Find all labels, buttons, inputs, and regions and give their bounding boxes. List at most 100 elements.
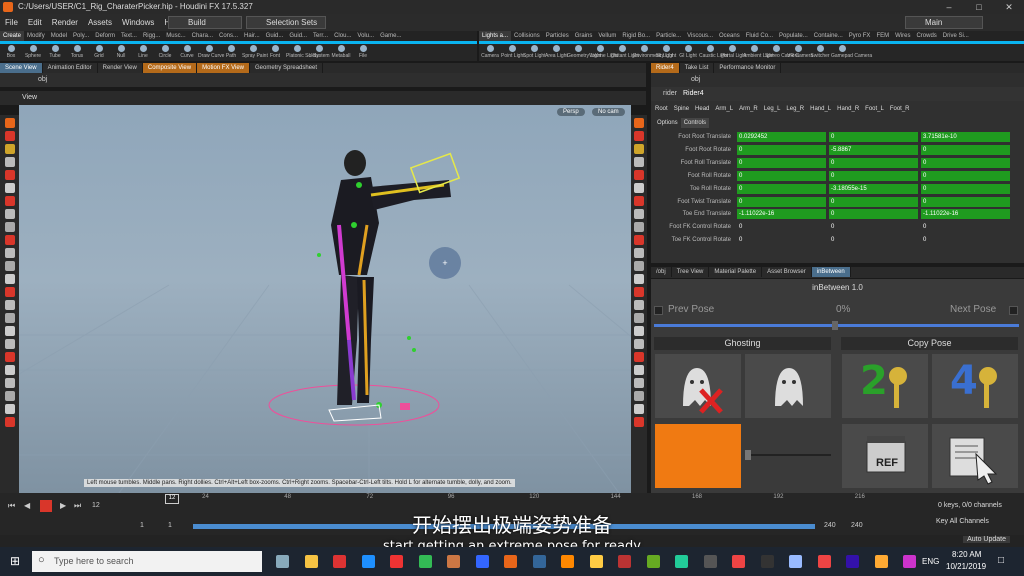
param-field[interactable]: -3.18055e-15 [829, 183, 918, 194]
shelf-tool[interactable]: Curve [176, 44, 198, 61]
tool-icon[interactable] [634, 339, 644, 349]
shelf-tab[interactable]: Cons... [216, 31, 241, 41]
rig-tab[interactable]: Leg_R [783, 104, 807, 114]
shelf-tab[interactable]: Volu... [354, 31, 377, 41]
clock-date[interactable]: 10/21/2019 [946, 562, 986, 571]
tab-controls[interactable]: Controls [680, 118, 710, 128]
ghost-on-button[interactable] [745, 354, 831, 418]
shelf-tool[interactable]: Line [132, 44, 154, 61]
param-field[interactable]: 0.0292452 [737, 132, 826, 142]
tab-animation-editor[interactable]: Animation Editor [43, 63, 98, 73]
shelf-tab[interactable]: Vellum [595, 31, 619, 41]
tool-icon[interactable] [4, 144, 15, 154]
shelf-tool[interactable]: VR Camera [787, 44, 813, 61]
taskbar-app-icon[interactable] [703, 555, 717, 568]
shelf-tool[interactable]: Ambient Light [743, 44, 774, 61]
prev-pose-checkbox[interactable] [654, 306, 663, 315]
tool-icon[interactable] [634, 118, 644, 128]
shelf-tab[interactable]: Lights a... [479, 31, 512, 41]
shelf-tool[interactable]: GI Light [677, 44, 699, 61]
shelf-tool[interactable]: Spot Light [523, 44, 546, 61]
shelf-tab[interactable]: Particle... [653, 31, 684, 41]
param-field[interactable]: -1.11022e-16 [921, 209, 1010, 220]
menu-file[interactable]: File [0, 14, 23, 31]
tool-icon[interactable] [4, 157, 15, 167]
search-box[interactable]: ○ Type here to search [32, 551, 262, 572]
shelf-tab[interactable]: Deform [92, 31, 118, 41]
ghost-off-button[interactable] [655, 354, 741, 418]
shelf-tool[interactable]: Torus [66, 44, 88, 61]
param-field[interactable]: 0 [829, 222, 918, 232]
param-field[interactable]: 0 [921, 222, 1010, 232]
tool-icon[interactable] [4, 170, 15, 180]
shelf-tool[interactable]: Draw Curve [198, 44, 224, 61]
shelf-tab[interactable]: Drive Si... [940, 31, 972, 41]
path-label[interactable]: obj [38, 76, 47, 83]
shelf-tab[interactable]: Populate... [776, 31, 811, 41]
tool-icon[interactable] [634, 209, 644, 219]
menu-assets[interactable]: Assets [83, 14, 117, 31]
taskbar-app-icon[interactable] [418, 555, 432, 568]
ghost-color-swatch[interactable] [655, 424, 741, 488]
stop-icon[interactable] [42, 499, 52, 509]
tool-icon[interactable] [4, 183, 15, 193]
taskbar-app-icon[interactable] [304, 555, 318, 568]
param-field[interactable]: 0 [829, 157, 918, 168]
param-field[interactable]: 0 [829, 170, 918, 181]
tab-tree-view[interactable]: Tree View [672, 267, 710, 277]
tab-obj[interactable]: /obj [651, 267, 672, 277]
shelf-tab[interactable]: Oceans [716, 31, 743, 41]
taskbar-app-icon[interactable] [447, 555, 460, 568]
shelf-tab[interactable]: Clou... [331, 31, 354, 41]
shelf-tab[interactable]: Rigg... [140, 31, 163, 41]
rig-tab[interactable]: Head [692, 104, 712, 114]
shelf-tab[interactable]: Guid... [263, 31, 287, 41]
current-frame-field[interactable]: 12 [92, 502, 100, 509]
taskbar-app-icon[interactable] [732, 555, 745, 568]
rig-tab[interactable]: Hand_R [834, 104, 862, 114]
tool-icon[interactable] [4, 313, 15, 323]
tool-icon[interactable] [634, 391, 644, 401]
tool-icon[interactable] [4, 235, 15, 245]
taskbar-app-icon[interactable] [532, 555, 546, 568]
param-field[interactable]: 0 [921, 235, 1010, 245]
workspace-dropdown[interactable]: Main [905, 16, 983, 29]
tab-rider4[interactable]: Rider4 [651, 63, 680, 73]
shelf-tool[interactable]: Tube [44, 44, 66, 61]
param-field[interactable]: 3.71581e-10 [921, 132, 1010, 142]
shelf-tab[interactable]: FEM [873, 31, 892, 41]
tab-options[interactable]: Options [654, 118, 681, 128]
shelf-tab[interactable]: Collisions [511, 31, 543, 41]
right-path-label[interactable]: obj [691, 76, 700, 83]
tool-icon[interactable] [634, 300, 644, 310]
tool-icon[interactable] [4, 326, 15, 336]
shelf-tool[interactable]: Caustic Light [699, 44, 728, 61]
shelf-tool[interactable]: Sky Light [655, 44, 677, 61]
tool-icon[interactable] [4, 404, 15, 414]
taskbar-app-icon[interactable] [276, 555, 289, 568]
node-name[interactable]: Rider4 [683, 90, 704, 97]
param-field[interactable]: 0 [921, 144, 1010, 155]
shelf-tool[interactable]: Switcher [809, 44, 831, 61]
tool-icon[interactable] [4, 274, 15, 284]
shelf-tab[interactable]: Model [48, 31, 70, 41]
param-field[interactable]: 0 [921, 157, 1010, 168]
shelf-tool[interactable]: Grid [88, 44, 110, 61]
taskbar-app-icon[interactable] [561, 555, 574, 568]
clock-time[interactable]: 8:20 AM [952, 550, 981, 559]
paste-pose-button[interactable] [932, 424, 1018, 488]
tool-icon[interactable] [634, 144, 644, 154]
tool-icon[interactable] [4, 131, 15, 141]
shelf-tool[interactable]: Font [264, 44, 286, 61]
reference-button[interactable]: REF [842, 424, 928, 488]
shelf-tab[interactable]: Crowds [913, 31, 939, 41]
taskbar-app-icon[interactable] [760, 555, 774, 568]
shelf-tab[interactable]: Musc... [163, 31, 188, 41]
param-field[interactable]: 0 [737, 222, 826, 232]
shelf-tool[interactable]: Box [0, 44, 22, 61]
taskbar-app-icon[interactable] [846, 555, 859, 568]
persp-button[interactable]: Persp [557, 108, 585, 116]
ghost-opacity-slider[interactable] [745, 454, 831, 456]
shelf-tab[interactable]: Particles [543, 31, 572, 41]
taskbar-app-icon[interactable] [475, 555, 489, 568]
